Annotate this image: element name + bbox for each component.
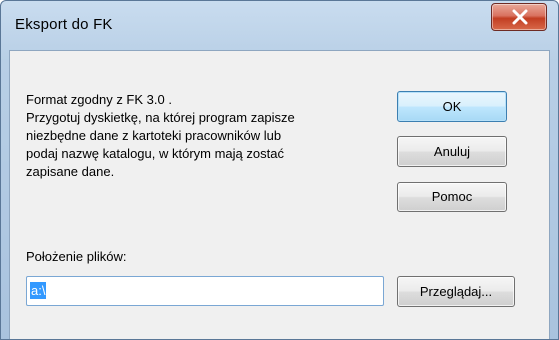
description-line: Format zgodny z FK 3.0 . [26, 92, 172, 107]
ok-button[interactable]: OK [397, 91, 507, 122]
file-location-input[interactable]: a:\ [26, 276, 384, 306]
title-bar[interactable]: Eksport do FK [1, 1, 558, 50]
description-line: zapisane dane. [26, 164, 115, 179]
file-location-label: Położenie plików: [26, 249, 127, 264]
cancel-button[interactable]: Anuluj [397, 136, 507, 167]
description-line: niezbędne dane z kartoteki pracowników l… [26, 128, 282, 143]
window-title: Eksport do FK [15, 16, 113, 33]
description-text: Format zgodny z FK 3.0 . Przygotuj dyski… [26, 91, 356, 181]
export-dialog: Eksport do FK Format zgodny z FK 3.0 . P… [0, 0, 559, 340]
description-line: Przygotuj dyskietkę, na której program z… [26, 110, 295, 125]
description-line: podaj nazwę katalogu, w którym mają zost… [26, 146, 284, 161]
file-location-value: a:\ [30, 282, 47, 299]
close-button[interactable] [491, 3, 547, 31]
help-button[interactable]: Pomoc [397, 182, 507, 212]
close-icon [512, 9, 528, 25]
dialog-body: Format zgodny z FK 3.0 . Przygotuj dyski… [9, 50, 550, 339]
browse-button[interactable]: Przeglądaj... [397, 276, 515, 307]
